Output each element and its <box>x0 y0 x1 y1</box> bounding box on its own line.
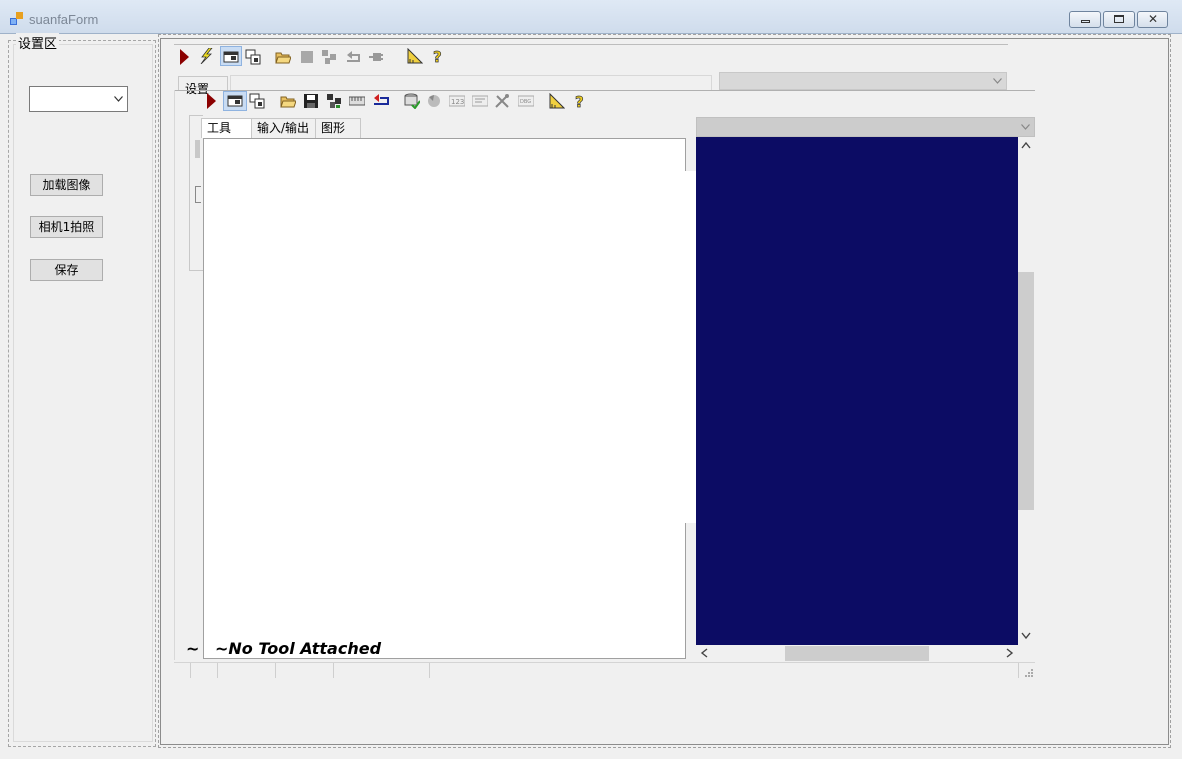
status-divider <box>275 663 276 678</box>
copy-window-icon[interactable] <box>249 93 265 109</box>
camera-select[interactable] <box>29 86 128 112</box>
svg-text:DBG: DBG <box>520 99 531 105</box>
collapsed-panel-bar <box>195 140 200 158</box>
chevron-down-icon <box>993 78 1002 84</box>
close-icon: ✕ <box>1148 12 1159 26</box>
status-bar <box>174 662 1035 679</box>
reset-icon[interactable] <box>345 49 361 65</box>
ruler-icon[interactable] <box>349 93 365 109</box>
status-divider <box>1018 663 1019 678</box>
svg-text:?: ? <box>575 93 584 109</box>
stop-icon[interactable] <box>299 49 315 65</box>
settings-group-title: 设置区 <box>16 33 60 52</box>
save-button[interactable]: 保存 <box>30 259 103 281</box>
run-icon[interactable] <box>178 49 194 65</box>
grid-icon[interactable] <box>321 49 337 65</box>
minimize-icon <box>1081 20 1090 23</box>
load-image-button[interactable]: 加载图像 <box>30 174 103 196</box>
tab-input-output[interactable]: 输入/输出 <box>251 118 316 138</box>
toolbar-separator <box>174 44 1008 45</box>
import-icon[interactable] <box>373 92 389 108</box>
window-icon <box>223 51 239 63</box>
collapsed-panel-label: ~ <box>186 639 200 658</box>
chevron-down-icon <box>1021 124 1030 130</box>
tab-bar-line <box>174 90 1035 91</box>
resize-grip-icon[interactable] <box>1024 668 1033 677</box>
tab-strip <box>230 75 712 90</box>
scroll-left-icon[interactable] <box>700 648 708 658</box>
window-icon <box>227 95 243 107</box>
scroll-right-icon[interactable] <box>1006 648 1014 658</box>
help-icon[interactable]: ? <box>572 93 588 109</box>
window-title: suanfaForm <box>29 12 99 27</box>
undo-icon[interactable] <box>426 93 442 109</box>
image-display[interactable] <box>696 137 1018 645</box>
debug-icon[interactable]: DBG <box>518 93 534 109</box>
lightning-icon[interactable] <box>198 48 214 64</box>
database-icon[interactable] <box>404 93 420 109</box>
tab-tools[interactable]: 工具 <box>201 118 252 138</box>
measure-icon[interactable] <box>549 93 565 109</box>
open-folder-icon[interactable] <box>275 49 291 65</box>
status-divider <box>217 663 218 678</box>
measure-icon[interactable] <box>407 48 423 64</box>
help-icon[interactable]: ? <box>430 48 446 64</box>
svg-text:?: ? <box>433 48 442 64</box>
open-folder-icon[interactable] <box>280 93 296 109</box>
panel-border <box>174 90 175 660</box>
app-icon <box>10 12 23 25</box>
maximize-button[interactable] <box>1103 11 1135 28</box>
no-tool-attached-label: ~No Tool Attached <box>212 639 385 658</box>
chevron-down-icon <box>114 96 123 102</box>
tool-panel[interactable] <box>203 138 686 659</box>
plug-icon[interactable] <box>368 49 384 65</box>
tab-graphics[interactable]: 图形 <box>315 118 361 138</box>
save-icon[interactable] <box>303 93 319 109</box>
display-select[interactable] <box>696 117 1035 137</box>
horizontal-scroll-thumb[interactable] <box>785 646 929 661</box>
title-bar <box>0 0 1182 34</box>
close-button[interactable]: ✕ <box>1137 11 1168 28</box>
minimize-button[interactable] <box>1069 11 1101 28</box>
settings-group-frame <box>13 44 153 742</box>
top-combo[interactable] <box>719 72 1007 90</box>
scroll-down-icon[interactable] <box>1021 632 1031 640</box>
maximize-icon <box>1114 15 1124 23</box>
svg-text:123: 123 <box>451 98 464 106</box>
status-divider <box>333 663 334 678</box>
status-divider <box>190 663 191 678</box>
tools-icon[interactable] <box>494 93 510 109</box>
list-icon[interactable] <box>472 93 488 109</box>
camera1-capture-button[interactable]: 相机1拍照 <box>30 216 103 238</box>
vertical-scroll-thumb[interactable] <box>1018 272 1034 510</box>
run-icon[interactable] <box>205 93 221 109</box>
scroll-up-icon[interactable] <box>1021 141 1031 149</box>
numeric-icon[interactable]: 123 <box>449 93 465 109</box>
copy-window-icon[interactable] <box>245 49 261 65</box>
grid-icon[interactable] <box>326 93 342 109</box>
status-divider <box>429 663 430 678</box>
collapsed-panel-input <box>195 186 201 203</box>
tab-settings[interactable]: 设置 <box>178 76 228 96</box>
